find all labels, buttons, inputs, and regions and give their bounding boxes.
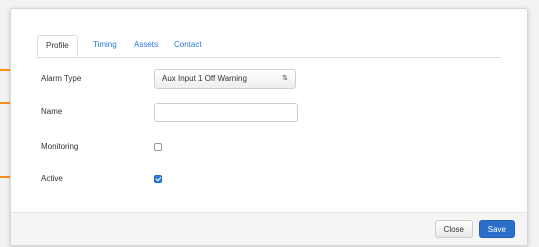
tab-profile[interactable]: Profile xyxy=(37,35,78,57)
name-label: Name xyxy=(41,107,63,116)
monitoring-label: Monitoring xyxy=(41,142,79,151)
updown-arrows-icon: ⇅ xyxy=(282,75,288,82)
close-button[interactable]: Close xyxy=(434,220,473,238)
name-field[interactable] xyxy=(154,103,298,122)
save-button[interactable]: Save xyxy=(478,220,515,238)
tab-contact[interactable]: Contact xyxy=(166,35,210,57)
active-label: Active xyxy=(41,174,63,183)
tab-bar: Profile Timing Assets Contact xyxy=(37,31,501,58)
dialog-footer: Close Save xyxy=(11,212,527,245)
active-checkbox[interactable] xyxy=(154,175,162,183)
alarm-type-value: Aux Input 1 Off Warning xyxy=(162,74,247,83)
alarm-type-label: Alarm Type xyxy=(41,74,82,83)
tab-assets[interactable]: Assets xyxy=(126,35,166,57)
alarm-dialog: Profile Timing Assets Contact Alarm Type… xyxy=(10,8,528,246)
monitoring-checkbox[interactable] xyxy=(154,143,162,151)
tab-timing[interactable]: Timing xyxy=(85,35,125,57)
alarm-type-select[interactable]: Aux Input 1 Off Warning ⇅ xyxy=(154,69,296,89)
